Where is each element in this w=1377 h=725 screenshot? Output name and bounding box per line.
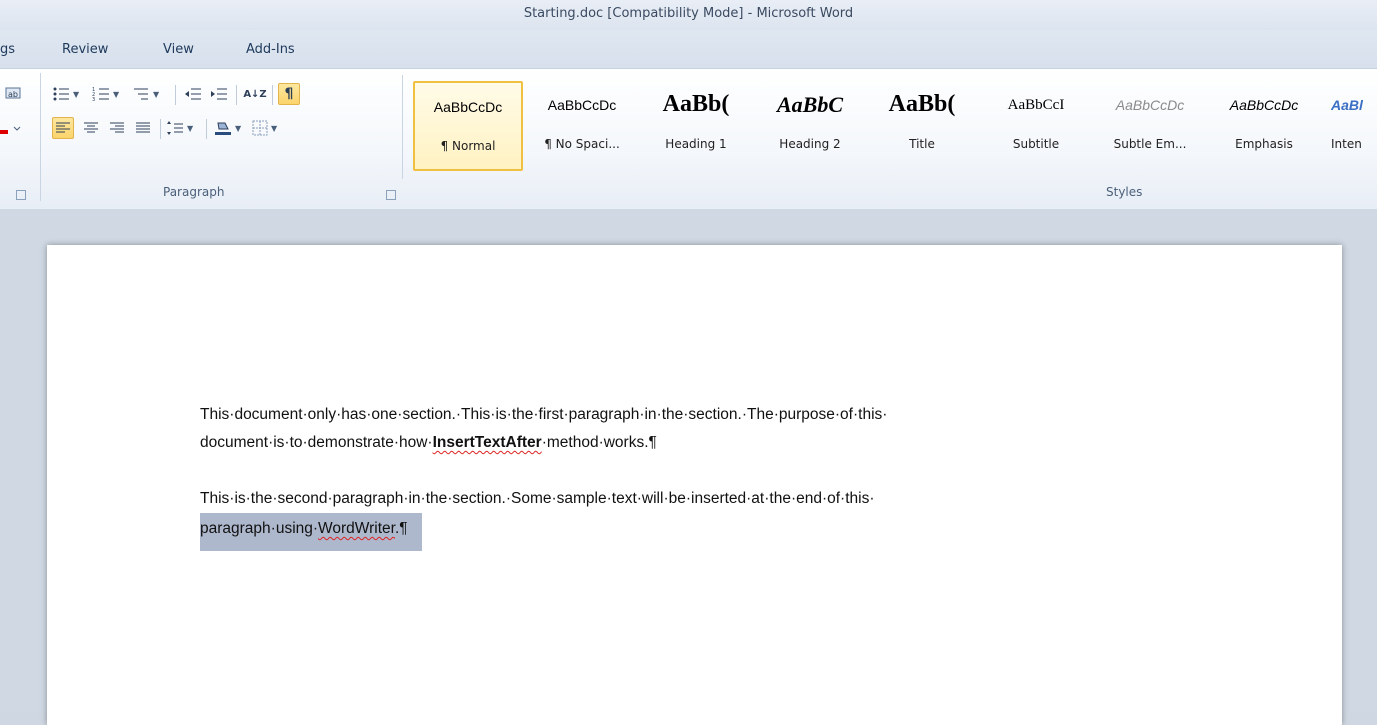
ribbon-tab-row: gs Review View Add-Ins — [0, 30, 1377, 68]
window-title: Starting.doc [Compatibility Mode] - Micr… — [523, 6, 854, 21]
toolbar-separator — [272, 85, 273, 105]
style-heading-1[interactable]: AaBb( Heading 1 — [643, 81, 749, 169]
style-intense-emphasis[interactable]: AaBl Inten — [1325, 81, 1377, 169]
style-sample: AaBbCcI — [1007, 97, 1065, 113]
text-effects-icon[interactable]: ab — [2, 83, 24, 105]
line-spacing-icon — [167, 121, 183, 135]
align-left-button[interactable] — [52, 117, 74, 139]
styles-gallery: AaBbCcDc ¶ Normal AaBbCcDc ¶ No Spaci...… — [402, 75, 1377, 179]
borders-icon — [252, 120, 268, 136]
font-color-button[interactable] — [0, 117, 22, 139]
style-name: Heading 1 — [665, 137, 727, 151]
style-sample: AaBbCcDc — [1115, 97, 1185, 113]
align-right-button[interactable] — [106, 117, 128, 139]
text-run: paragraph·using· — [200, 520, 319, 537]
styles-group-label: Styles — [1106, 185, 1143, 199]
numbering-button[interactable]: 1 2 3 ▼ — [92, 83, 124, 105]
style-name: ¶ Normal — [440, 139, 496, 153]
style-sample: AaBb( — [662, 91, 730, 117]
style-name: Inten — [1331, 137, 1362, 151]
style-sample: AaBbC — [776, 92, 844, 117]
style-name: Subtle Em... — [1113, 137, 1187, 151]
selected-text[interactable]: paragraph·using·WordWriter.¶ — [200, 513, 422, 551]
toolbar-separator — [160, 119, 161, 139]
paragraph-1[interactable]: This·document·only·has·one·section.·This… — [200, 401, 1180, 457]
toolbar-separator — [206, 119, 207, 139]
style-name: Emphasis — [1235, 137, 1293, 151]
decrease-indent-button[interactable] — [182, 83, 204, 105]
text-run: document·is·to·demonstrate·how· — [200, 434, 433, 451]
align-left-icon — [56, 122, 70, 133]
style-emphasis[interactable]: AaBbCcDc Emphasis — [1211, 81, 1317, 169]
style-title[interactable]: AaBb( Title — [869, 81, 975, 169]
style-sample: AaBl — [1331, 97, 1363, 113]
style-sample: AaBbCcDc — [1229, 97, 1299, 113]
font-dialog-launcher-icon[interactable] — [16, 190, 26, 200]
paragraph-2-line-1: This·is·the·second·paragraph·in·the·sect… — [200, 490, 875, 507]
font-color-icon — [0, 126, 21, 134]
group-separator — [40, 73, 41, 201]
document-area[interactable]: This·document·only·has·one·section.·This… — [0, 209, 1377, 725]
tab-view[interactable]: View — [163, 42, 194, 57]
misspelled-word: WordWriter — [318, 520, 395, 537]
style-no-spacing[interactable]: AaBbCcDc ¶ No Spaci... — [529, 81, 635, 169]
style-normal[interactable]: AaBbCcDc ¶ Normal — [413, 81, 523, 171]
svg-text:ab: ab — [8, 90, 18, 99]
shading-button[interactable]: ▼ — [214, 117, 246, 139]
style-name: Title — [909, 137, 935, 151]
style-sample: AaBb( — [888, 91, 956, 117]
ribbon: ab ▼ 1 2 3 ▼ ▼ A↓Z ¶ ▼ ▼ ▼ Paragraph AaB… — [0, 68, 1377, 210]
sort-button[interactable]: A↓Z — [243, 83, 266, 105]
bold-method-name: InsertTextAfter — [432, 434, 542, 451]
document-page[interactable]: This·document·only·has·one·section.·This… — [47, 245, 1342, 725]
paragraph-2-line-2: paragraph·using·WordWriter.¶ — [200, 513, 1180, 551]
style-subtle-emphasis[interactable]: AaBbCcDc Subtle Em... — [1097, 81, 1203, 169]
style-subtitle[interactable]: AaBbCcI Subtitle — [983, 81, 1089, 169]
style-name: Subtitle — [1012, 137, 1060, 151]
text-run: ·method·works.¶ — [541, 434, 657, 451]
borders-button[interactable]: ▼ — [252, 117, 284, 139]
style-sample: AaBbCcDc — [433, 99, 503, 115]
align-center-icon — [84, 122, 98, 133]
paragraph-2[interactable]: This·is·the·second·paragraph·in·the·sect… — [200, 485, 1180, 551]
align-right-icon — [110, 122, 124, 133]
show-hide-marks-button[interactable]: ¶ — [278, 83, 300, 105]
style-name: Heading 2 — [779, 137, 841, 151]
style-sample: AaBbCcDc — [547, 97, 617, 113]
decrease-indent-icon — [185, 88, 201, 100]
paragraph-dialog-launcher-icon[interactable] — [386, 190, 396, 200]
toolbar-separator — [175, 85, 176, 105]
tab-add-ins[interactable]: Add-Ins — [246, 42, 295, 57]
style-heading-2[interactable]: AaBbC Heading 2 — [757, 81, 863, 169]
bullets-button[interactable]: ▼ — [52, 83, 84, 105]
numbering-icon: 123 — [92, 87, 109, 102]
line-spacing-button[interactable]: ▼ — [166, 117, 198, 139]
tab-mailings[interactable]: gs — [0, 42, 15, 57]
style-name: ¶ No Spaci... — [544, 137, 620, 151]
window-title-bar: Starting.doc [Compatibility Mode] - Micr… — [0, 0, 1377, 30]
tab-review[interactable]: Review — [62, 42, 108, 57]
paragraph-group-label: Paragraph — [163, 185, 225, 199]
toolbar-separator — [236, 85, 237, 105]
increase-indent-button[interactable] — [208, 83, 230, 105]
multilevel-list-icon — [134, 88, 148, 100]
paragraph-1-line-1: This·document·only·has·one·section.·This… — [200, 406, 888, 423]
text-run: .¶ — [395, 520, 408, 537]
text-effects-icon: ab — [5, 87, 21, 99]
justify-icon — [136, 122, 150, 133]
bullets-icon — [53, 87, 69, 101]
justify-button[interactable] — [132, 117, 154, 139]
increase-indent-icon — [211, 88, 227, 100]
paint-bucket-icon — [215, 122, 231, 135]
svg-text:3: 3 — [92, 97, 95, 102]
multilevel-list-button[interactable]: ▼ — [132, 83, 164, 105]
paragraph-1-line-2: document·is·to·demonstrate·how·InsertTex… — [200, 429, 1180, 457]
align-center-button[interactable] — [80, 117, 102, 139]
